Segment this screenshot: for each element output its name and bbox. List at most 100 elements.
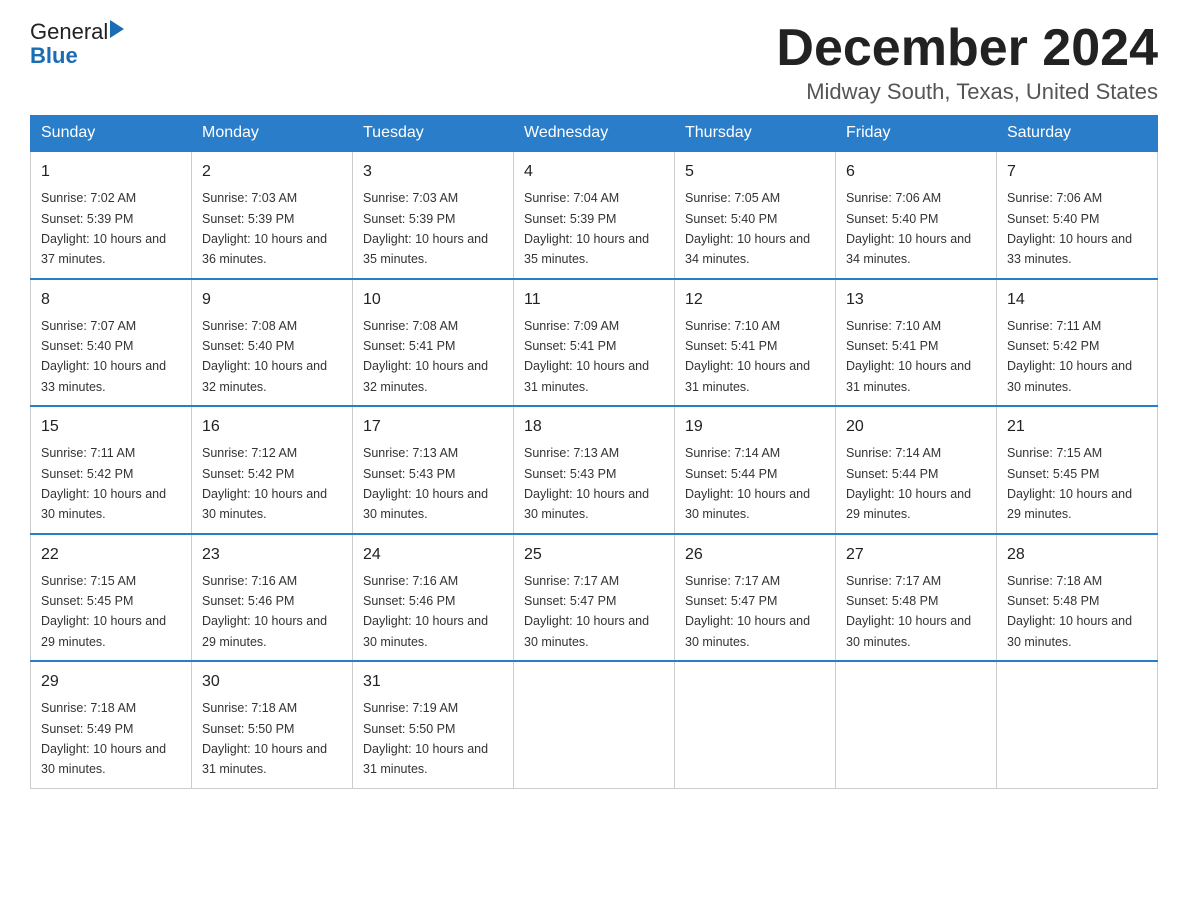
calendar-week-4: 22Sunrise: 7:15 AMSunset: 5:45 PMDayligh… xyxy=(31,534,1158,662)
calendar-day-7: 7 Sunrise: 7:06 AMSunset: 5:40 PMDaylight… xyxy=(997,151,1158,279)
day-number: 14 xyxy=(1007,288,1147,312)
day-number: 11 xyxy=(524,288,664,312)
day-info: Sunrise: 7:18 AMSunset: 5:49 PMDaylight:… xyxy=(41,701,166,776)
subtitle: Midway South, Texas, United States xyxy=(776,79,1158,105)
col-monday: Monday xyxy=(192,116,353,152)
day-number: 18 xyxy=(524,415,664,439)
day-info: Sunrise: 7:14 AMSunset: 5:44 PMDaylight:… xyxy=(685,446,810,521)
calendar-day-4: 4 Sunrise: 7:04 AMSunset: 5:39 PMDaylight… xyxy=(514,151,675,279)
day-info: Sunrise: 7:04 AMSunset: 5:39 PMDaylight:… xyxy=(524,191,649,266)
calendar-table: Sunday Monday Tuesday Wednesday Thursday… xyxy=(30,115,1158,789)
day-info: Sunrise: 7:18 AMSunset: 5:48 PMDaylight:… xyxy=(1007,574,1132,649)
day-info: Sunrise: 7:12 AMSunset: 5:42 PMDaylight:… xyxy=(202,446,327,521)
calendar-day-15: 15Sunrise: 7:11 AMSunset: 5:42 PMDayligh… xyxy=(31,406,192,534)
logo-line2: Blue xyxy=(30,44,78,68)
day-info: Sunrise: 7:14 AMSunset: 5:44 PMDaylight:… xyxy=(846,446,971,521)
day-info: Sunrise: 7:17 AMSunset: 5:47 PMDaylight:… xyxy=(524,574,649,649)
day-info: Sunrise: 7:10 AMSunset: 5:41 PMDaylight:… xyxy=(685,319,810,394)
day-number: 30 xyxy=(202,670,342,694)
calendar-day-21: 21 Sunrise: 7:15 AMSunset: 5:45 PMDayligh… xyxy=(997,406,1158,534)
calendar-day-31: 31 Sunrise: 7:19 AMSunset: 5:50 PMDayligh… xyxy=(353,661,514,788)
calendar-day-17: 17 Sunrise: 7:13 AMSunset: 5:43 PMDayligh… xyxy=(353,406,514,534)
day-info: Sunrise: 7:07 AMSunset: 5:40 PMDaylight:… xyxy=(41,319,166,394)
day-number: 7 xyxy=(1007,160,1147,184)
day-info: Sunrise: 7:02 AMSunset: 5:39 PMDaylight:… xyxy=(41,191,166,266)
calendar-week-1: 1 Sunrise: 7:02 AMSunset: 5:39 PMDaylight… xyxy=(31,151,1158,279)
calendar-day-empty xyxy=(997,661,1158,788)
day-info: Sunrise: 7:11 AMSunset: 5:42 PMDaylight:… xyxy=(41,446,166,521)
calendar-week-5: 29Sunrise: 7:18 AMSunset: 5:49 PMDayligh… xyxy=(31,661,1158,788)
day-number: 26 xyxy=(685,543,825,567)
day-number: 13 xyxy=(846,288,986,312)
calendar-day-8: 8Sunrise: 7:07 AMSunset: 5:40 PMDaylight… xyxy=(31,279,192,407)
day-number: 22 xyxy=(41,543,181,567)
day-number: 23 xyxy=(202,543,342,567)
day-info: Sunrise: 7:13 AMSunset: 5:43 PMDaylight:… xyxy=(363,446,488,521)
calendar-day-27: 27Sunrise: 7:17 AMSunset: 5:48 PMDayligh… xyxy=(836,534,997,662)
day-info: Sunrise: 7:17 AMSunset: 5:48 PMDaylight:… xyxy=(846,574,971,649)
day-number: 19 xyxy=(685,415,825,439)
day-info: Sunrise: 7:06 AMSunset: 5:40 PMDaylight:… xyxy=(1007,191,1132,266)
calendar-day-19: 19 Sunrise: 7:14 AMSunset: 5:44 PMDayligh… xyxy=(675,406,836,534)
calendar-day-11: 11Sunrise: 7:09 AMSunset: 5:41 PMDayligh… xyxy=(514,279,675,407)
day-number: 3 xyxy=(363,160,503,184)
calendar-day-20: 20 Sunrise: 7:14 AMSunset: 5:44 PMDayligh… xyxy=(836,406,997,534)
calendar-day-30: 30 Sunrise: 7:18 AMSunset: 5:50 PMDayligh… xyxy=(192,661,353,788)
day-info: Sunrise: 7:19 AMSunset: 5:50 PMDaylight:… xyxy=(363,701,488,776)
day-number: 9 xyxy=(202,288,342,312)
calendar-day-13: 13 Sunrise: 7:10 AMSunset: 5:41 PMDayligh… xyxy=(836,279,997,407)
calendar-day-1: 1 Sunrise: 7:02 AMSunset: 5:39 PMDaylight… xyxy=(31,151,192,279)
col-saturday: Saturday xyxy=(997,116,1158,152)
day-number: 1 xyxy=(41,160,181,184)
day-number: 6 xyxy=(846,160,986,184)
page-header: General Blue December 2024 Midway South,… xyxy=(30,20,1158,105)
day-info: Sunrise: 7:03 AMSunset: 5:39 PMDaylight:… xyxy=(363,191,488,266)
calendar-day-18: 18 Sunrise: 7:13 AMSunset: 5:43 PMDayligh… xyxy=(514,406,675,534)
calendar-day-2: 2 Sunrise: 7:03 AMSunset: 5:39 PMDaylight… xyxy=(192,151,353,279)
calendar-day-empty xyxy=(514,661,675,788)
calendar-day-14: 14 Sunrise: 7:11 AMSunset: 5:42 PMDayligh… xyxy=(997,279,1158,407)
day-info: Sunrise: 7:03 AMSunset: 5:39 PMDaylight:… xyxy=(202,191,327,266)
title-block: December 2024 Midway South, Texas, Unite… xyxy=(776,20,1158,105)
day-info: Sunrise: 7:15 AMSunset: 5:45 PMDaylight:… xyxy=(1007,446,1132,521)
calendar-day-3: 3 Sunrise: 7:03 AMSunset: 5:39 PMDaylight… xyxy=(353,151,514,279)
calendar-day-28: 28Sunrise: 7:18 AMSunset: 5:48 PMDayligh… xyxy=(997,534,1158,662)
calendar-day-5: 5 Sunrise: 7:05 AMSunset: 5:40 PMDaylight… xyxy=(675,151,836,279)
day-number: 24 xyxy=(363,543,503,567)
day-info: Sunrise: 7:17 AMSunset: 5:47 PMDaylight:… xyxy=(685,574,810,649)
day-info: Sunrise: 7:13 AMSunset: 5:43 PMDaylight:… xyxy=(524,446,649,521)
day-info: Sunrise: 7:10 AMSunset: 5:41 PMDaylight:… xyxy=(846,319,971,394)
col-sunday: Sunday xyxy=(31,116,192,152)
logo-line1: General xyxy=(30,20,124,44)
calendar-day-6: 6Sunrise: 7:06 AMSunset: 5:40 PMDaylight… xyxy=(836,151,997,279)
day-info: Sunrise: 7:11 AMSunset: 5:42 PMDaylight:… xyxy=(1007,319,1132,394)
day-number: 17 xyxy=(363,415,503,439)
day-number: 31 xyxy=(363,670,503,694)
col-wednesday: Wednesday xyxy=(514,116,675,152)
calendar-day-10: 10 Sunrise: 7:08 AMSunset: 5:41 PMDayligh… xyxy=(353,279,514,407)
calendar-day-24: 24Sunrise: 7:16 AMSunset: 5:46 PMDayligh… xyxy=(353,534,514,662)
day-info: Sunrise: 7:18 AMSunset: 5:50 PMDaylight:… xyxy=(202,701,327,776)
day-number: 4 xyxy=(524,160,664,184)
day-info: Sunrise: 7:05 AMSunset: 5:40 PMDaylight:… xyxy=(685,191,810,266)
col-thursday: Thursday xyxy=(675,116,836,152)
day-number: 2 xyxy=(202,160,342,184)
day-number: 25 xyxy=(524,543,664,567)
calendar-week-2: 8Sunrise: 7:07 AMSunset: 5:40 PMDaylight… xyxy=(31,279,1158,407)
calendar-day-empty xyxy=(675,661,836,788)
calendar-header-row: Sunday Monday Tuesday Wednesday Thursday… xyxy=(31,116,1158,152)
day-info: Sunrise: 7:08 AMSunset: 5:41 PMDaylight:… xyxy=(363,319,488,394)
col-tuesday: Tuesday xyxy=(353,116,514,152)
day-info: Sunrise: 7:16 AMSunset: 5:46 PMDaylight:… xyxy=(202,574,327,649)
calendar-week-3: 15Sunrise: 7:11 AMSunset: 5:42 PMDayligh… xyxy=(31,406,1158,534)
day-number: 21 xyxy=(1007,415,1147,439)
calendar-day-16: 16Sunrise: 7:12 AMSunset: 5:42 PMDayligh… xyxy=(192,406,353,534)
calendar-day-empty xyxy=(836,661,997,788)
calendar-day-23: 23 Sunrise: 7:16 AMSunset: 5:46 PMDayligh… xyxy=(192,534,353,662)
day-number: 5 xyxy=(685,160,825,184)
calendar-day-12: 12Sunrise: 7:10 AMSunset: 5:41 PMDayligh… xyxy=(675,279,836,407)
col-friday: Friday xyxy=(836,116,997,152)
day-number: 20 xyxy=(846,415,986,439)
logo: General Blue xyxy=(30,20,124,68)
day-number: 10 xyxy=(363,288,503,312)
